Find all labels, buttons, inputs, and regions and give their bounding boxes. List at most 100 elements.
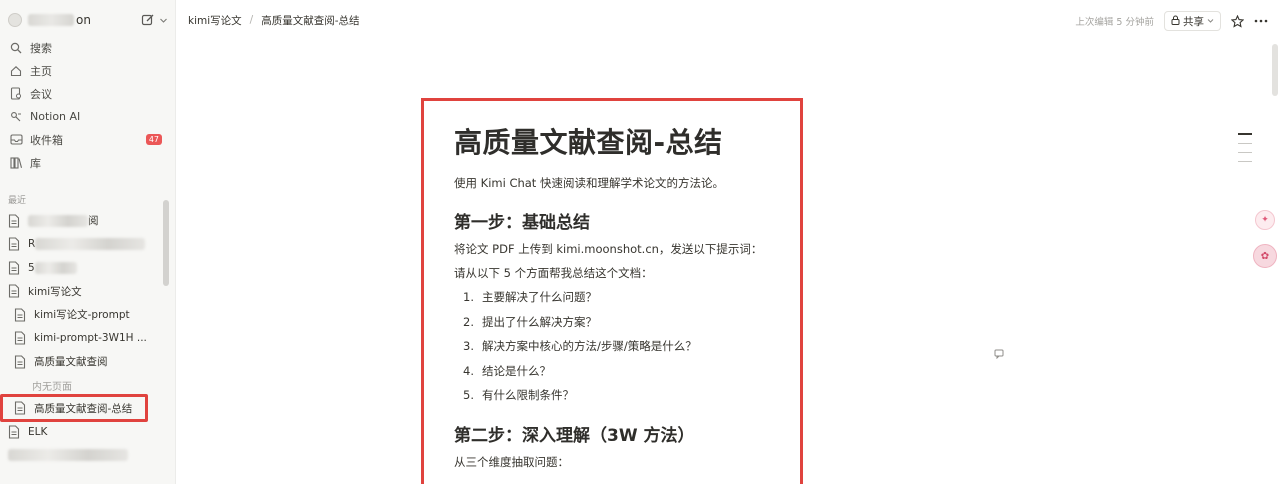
notion-ai-icon (8, 109, 24, 125)
sidebar-page-blurred[interactable] (4, 444, 164, 468)
document-icon (8, 284, 20, 298)
new-page-icon[interactable] (141, 13, 155, 27)
document-content-highlight: 高质量文献查阅-总结 使用 Kimi Chat 快速阅读和理解学术论文的方法论。… (421, 98, 803, 484)
nav-label: Notion AI (30, 110, 81, 123)
table-of-contents-indicator[interactable] (1238, 133, 1252, 170)
list-text: 有什么限制条件？ (482, 388, 574, 402)
comment-icon[interactable] (994, 344, 1004, 363)
document-icon (14, 331, 26, 345)
workspace-switcher[interactable]: on (8, 8, 168, 32)
sidebar-page-label: kimi写论文 (28, 285, 82, 298)
assistant-bubble-icon[interactable]: ✿ (1253, 244, 1277, 268)
toc-line (1238, 133, 1252, 135)
list-text: 主要解决了什么问题？ (482, 290, 597, 304)
nav-home[interactable]: 主页 (4, 59, 172, 82)
blurred-text (28, 214, 88, 227)
sidebar-page-kimi-prompt[interactable]: kimi写论文-prompt (4, 303, 164, 327)
list-number: 3. (463, 339, 474, 353)
list-item[interactable]: 3. 解决方案中核心的方法/步骤/策略是什么？ (454, 334, 800, 359)
nav-label: 收件箱 (30, 133, 63, 147)
home-icon (8, 63, 24, 79)
star-icon[interactable] (1231, 14, 1244, 28)
toc-line (1238, 142, 1252, 144)
inbox-badge: 47 (145, 134, 162, 145)
list-text: 解决方案中核心的方法/步骤/策略是什么？ (482, 339, 697, 353)
nav-search[interactable]: 搜索 (4, 36, 172, 59)
workspace-name-blurred (28, 14, 74, 26)
toc-line (1238, 160, 1252, 162)
sidebar-page-label: 阅 (88, 215, 99, 228)
toc-line (1238, 151, 1252, 153)
workspace-avatar (8, 13, 22, 27)
list-text: 提出了什么解决方案？ (482, 314, 597, 329)
blurred-text (35, 238, 146, 251)
inbox-icon (8, 132, 24, 148)
sidebar-page-1[interactable]: 阅 (4, 209, 164, 233)
page-scrollbar[interactable] (1272, 44, 1278, 96)
more-icon[interactable] (1254, 19, 1268, 23)
blurred-text (34, 261, 77, 274)
search-icon (8, 40, 24, 56)
breadcrumb: kimi写论文 / 高质量文献查阅-总结 (188, 13, 360, 28)
step1-list: 1. 主要解决了什么问题？ 2. 提出了什么解决方案？ 3. 解决方案中核心的方法/步… (454, 285, 800, 408)
document-icon (8, 425, 20, 439)
lock-icon (1171, 15, 1180, 28)
sidebar-page-2[interactable]: R (4, 233, 164, 257)
last-edited: 上次编辑 5 分钟前 (1075, 17, 1154, 28)
sidebar-page-kimi[interactable]: kimi写论文 (4, 280, 164, 304)
document-icon (8, 214, 20, 228)
sidebar-page-label: kimi写论文-prompt (34, 309, 130, 322)
assistant-floating-icon[interactable]: ✦ (1255, 210, 1275, 230)
list-number: 2. (463, 314, 474, 329)
list-number: 4. (463, 363, 474, 378)
share-button[interactable]: 共享 (1164, 11, 1221, 31)
sidebar-page-elk[interactable]: ELK (4, 420, 164, 444)
document-icon (8, 237, 20, 251)
nav-label: 库 (30, 156, 41, 170)
list-number: 1. (463, 290, 474, 304)
nav-meetings[interactable]: 会议 (4, 82, 172, 105)
recent-pages: 阅 R 5 kimi写论文 kimi写论文-prompt kimi-prompt… (4, 209, 164, 467)
page-title[interactable]: 高质量文献查阅-总结 (454, 125, 800, 161)
step1-line1[interactable]: 将论文 PDF 上传到 kimi.moonshot.cn，发送以下提示词： (454, 237, 800, 261)
workspace-name: on (76, 13, 91, 27)
sidebar-page-3[interactable]: 5 (4, 256, 164, 280)
sidebar-page-literature[interactable]: 高质量文献查阅 (4, 350, 164, 374)
list-item[interactable]: 4. 结论是什么？ (454, 359, 800, 384)
list-text: 结论是什么？ (482, 363, 551, 378)
step1-heading[interactable]: 第一步：基础总结 (454, 209, 800, 237)
recent-section-label: 最近 (8, 196, 27, 206)
sidebar-nav: 搜索 主页 会议 Notion AI 收件箱 47 库 (4, 36, 172, 174)
meeting-icon (8, 86, 24, 102)
nav-notion-ai[interactable]: Notion AI (4, 105, 172, 128)
step2-heading[interactable]: 第二步：深入理解（3W 方法） (454, 422, 800, 450)
breadcrumb-current[interactable]: 高质量文献查阅-总结 (261, 13, 359, 28)
highlight-box-sidebar (0, 394, 148, 422)
list-item[interactable]: 1. 主要解决了什么问题？ (454, 285, 800, 310)
chevron-down-icon[interactable] (159, 16, 168, 25)
sidebar-page-label: 5 (28, 261, 35, 274)
sidebar-page-kimi-3w1h[interactable]: kimi-prompt-3W1H ... (4, 327, 164, 351)
nav-library[interactable]: 库 (4, 151, 172, 174)
nav-inbox[interactable]: 收件箱 47 (4, 128, 172, 151)
step2-line1[interactable]: 从三个维度抽取问题： (454, 450, 800, 474)
nav-label: 主页 (30, 64, 52, 78)
list-item[interactable]: 2. 提出了什么解决方案？ (454, 310, 800, 335)
document-icon (8, 261, 20, 275)
nav-label: 搜索 (30, 41, 52, 55)
document-icon (14, 308, 26, 322)
sidebar-page-label: ELK (28, 425, 48, 438)
nav-label: 会议 (30, 87, 52, 101)
sidebar-page-label: R (28, 238, 36, 251)
breadcrumb-separator: / (249, 14, 254, 26)
step1-line2[interactable]: 请从以下 5 个方面帮我总结这个文档： (454, 261, 800, 285)
page-subtitle[interactable]: 使用 Kimi Chat 快速阅读和理解学术论文的方法论。 (454, 171, 800, 195)
sidebar: on 搜索 主页 会议 Notion AI 收件箱 47 库 最近 阅 R 5 … (0, 0, 176, 484)
list-item[interactable]: 5. 有什么限制条件？ (454, 383, 800, 408)
topbar-actions: 上次编辑 5 分钟前 共享 (1075, 11, 1268, 31)
topbar: kimi写论文 / 高质量文献查阅-总结 上次编辑 5 分钟前 共享 (176, 0, 1280, 40)
sidebar-scrollbar[interactable] (163, 200, 169, 286)
list-number: 5. (463, 388, 474, 402)
breadcrumb-parent[interactable]: kimi写论文 (188, 13, 242, 28)
sidebar-page-label: kimi-prompt-3W1H ... (34, 332, 147, 345)
